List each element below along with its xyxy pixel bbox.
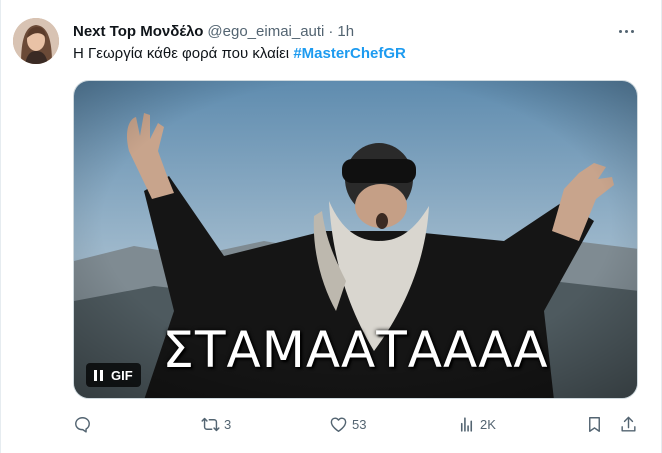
tweet-card[interactable]: Next Top Μονδέλο @ego_eimai_auti · 1h Η …	[0, 0, 662, 453]
tweet-header: Next Top Μονδέλο @ego_eimai_auti · 1h	[73, 21, 354, 41]
views-button[interactable]: 2K	[457, 412, 496, 436]
views-chart-icon	[460, 416, 473, 432]
like-button[interactable]: 53	[329, 412, 366, 436]
tweet-actions: 3 53 2K	[73, 412, 641, 436]
gif-play-toggle[interactable]: GIF	[86, 363, 141, 387]
tweet-text-body: Η Γεωργία κάθε φορά που κλαίει	[73, 45, 294, 62]
author-handle[interactable]: @ego_eimai_auti	[207, 23, 324, 40]
heart-icon	[330, 416, 347, 432]
avatar[interactable]	[13, 18, 59, 64]
bookmark-icon	[589, 416, 600, 432]
retweet-button[interactable]: 3	[201, 412, 231, 436]
views-count: 2K	[480, 416, 496, 432]
retweet-count: 3	[224, 416, 232, 432]
like-count: 53	[352, 416, 367, 432]
retweet-icon	[201, 417, 220, 431]
author-name[interactable]: Next Top Μονδέλο	[73, 23, 203, 40]
gif-caption: ΣΤΑΜΑΑΤΑΑΑΑ	[162, 321, 549, 379]
bookmark-button[interactable]	[585, 412, 604, 436]
share-button[interactable]	[619, 412, 638, 436]
tweet-text: Η Γεωργία κάθε φορά που κλαίει #MasterCh…	[73, 44, 406, 64]
share-icon	[621, 416, 636, 432]
pause-icon[interactable]	[94, 369, 103, 381]
gif-media[interactable]: ΣΤΑΜΑΑΤΑΑΑΑ GIF	[73, 80, 638, 399]
more-options-icon[interactable]	[615, 23, 637, 39]
timestamp[interactable]: 1h	[337, 23, 354, 40]
reply-icon	[75, 416, 90, 433]
hashtag-link[interactable]: #MasterChefGR	[293, 45, 406, 62]
reply-button[interactable]	[73, 412, 96, 436]
separator-dot: ·	[328, 22, 334, 40]
gif-label: GIF	[111, 367, 133, 383]
